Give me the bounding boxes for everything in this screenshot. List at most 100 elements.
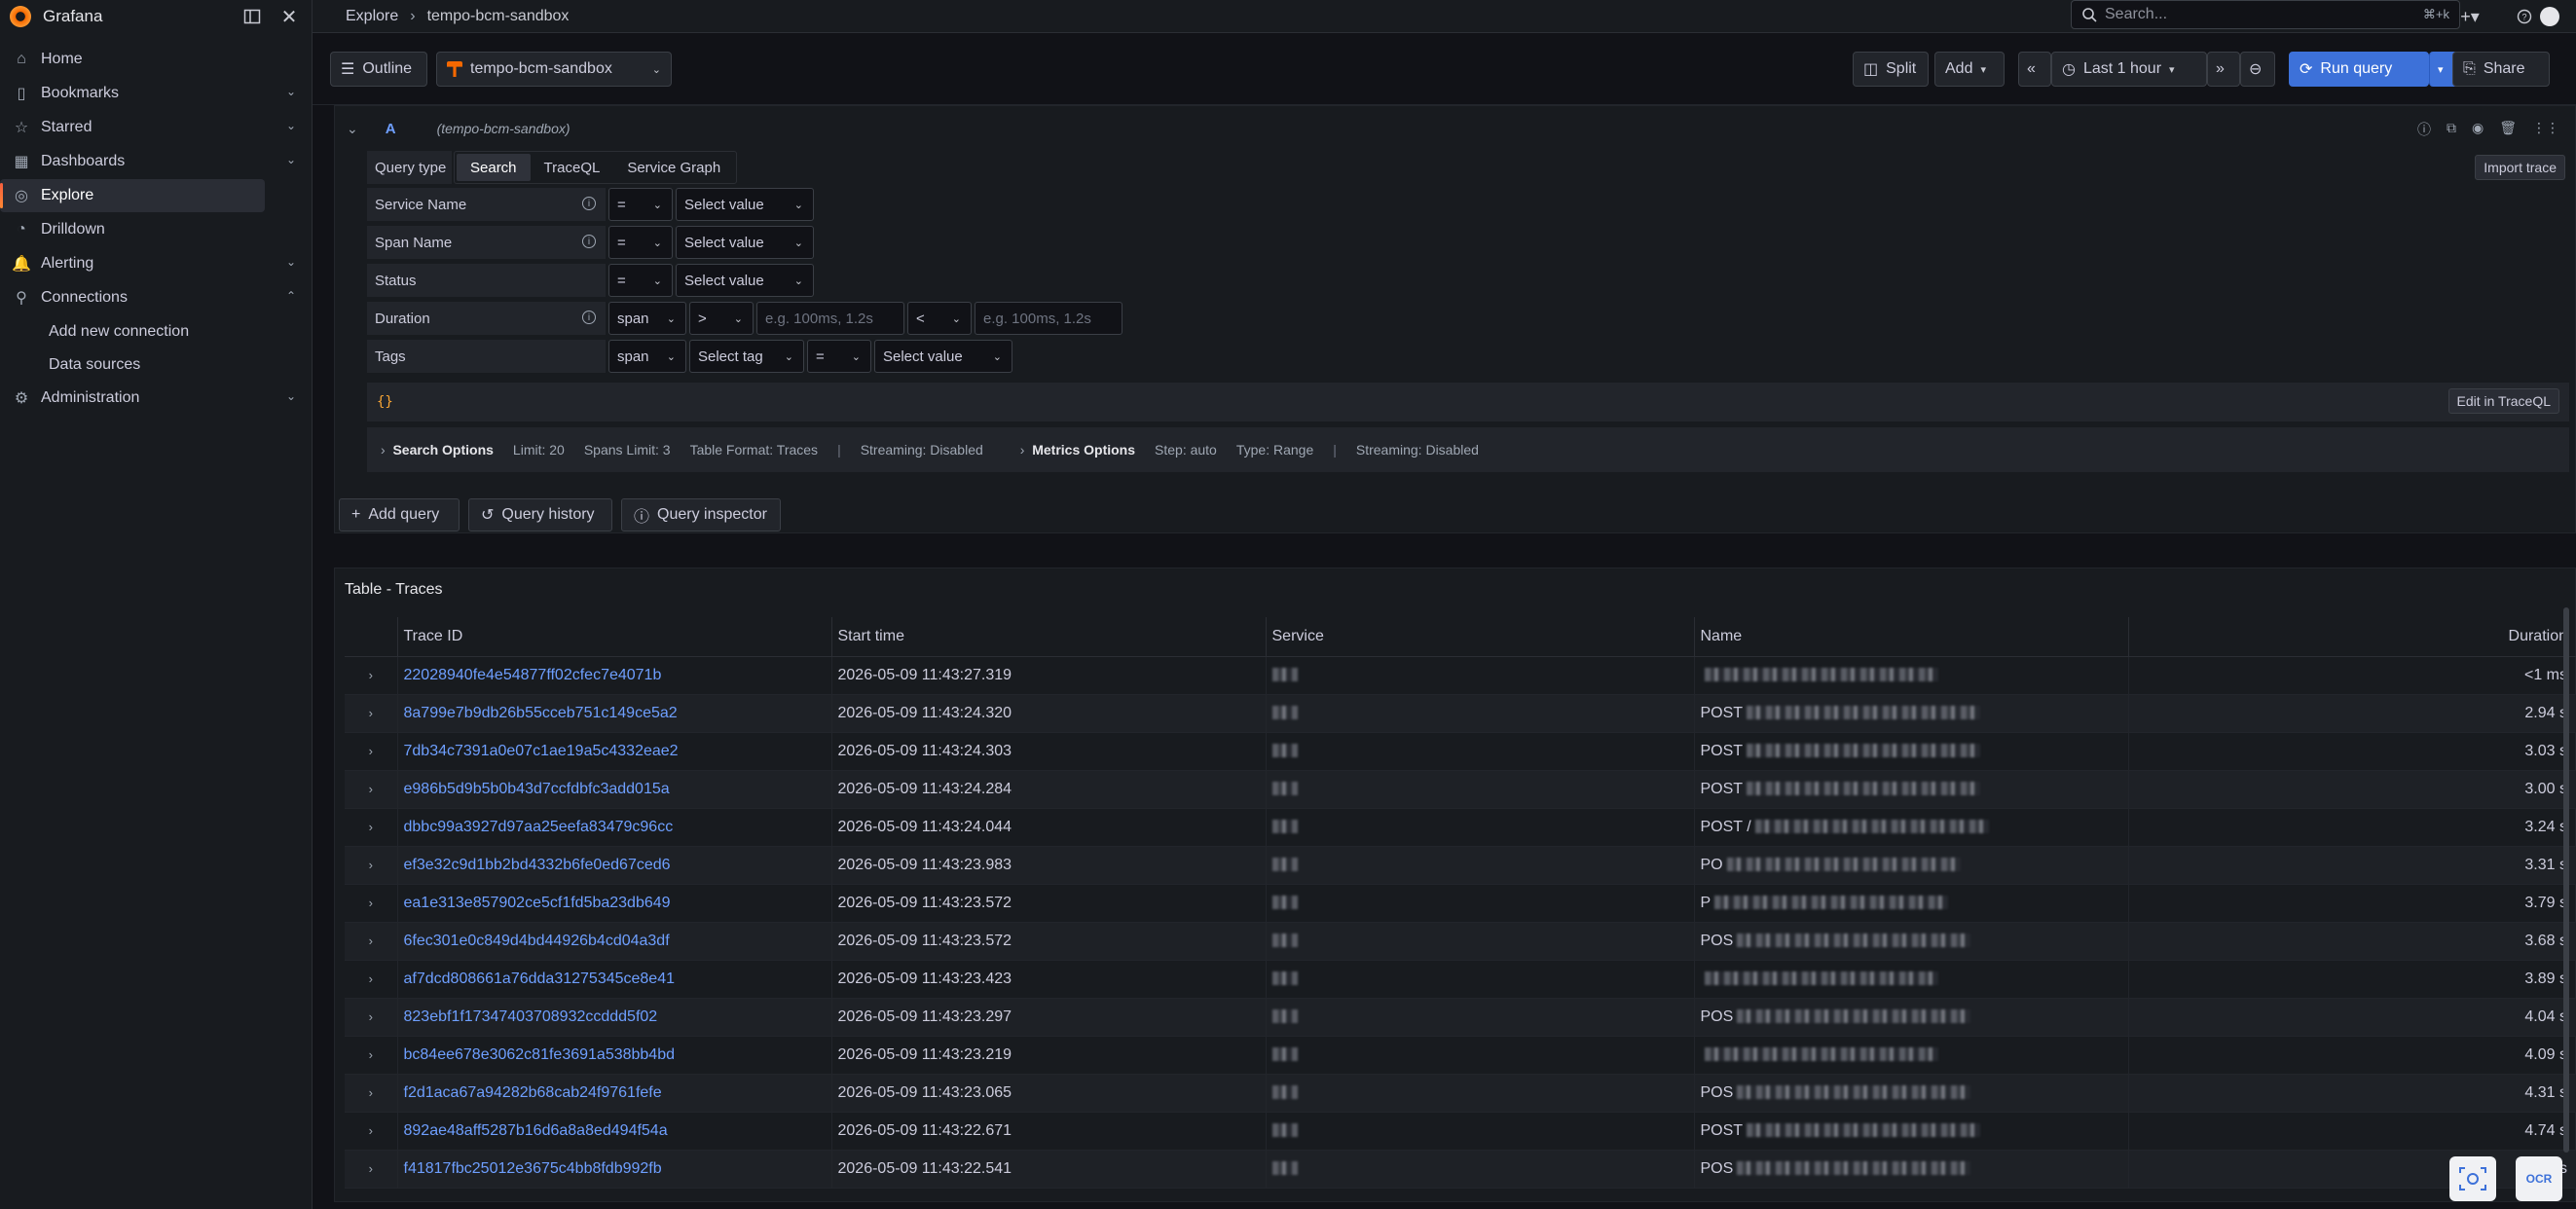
tag-select[interactable]: Select tag ⌄ — [689, 340, 804, 373]
table-row[interactable]: › e986b5d9b5b0b43d7ccfdbfc3add015a 2026-05… — [345, 770, 2576, 809]
expand-row-icon[interactable]: › — [345, 1150, 398, 1189]
outline-button[interactable]: ☰ Outline — [330, 52, 427, 87]
max-operator-select[interactable]: < ⌄ — [907, 302, 972, 335]
info-icon[interactable]: i — [582, 197, 596, 210]
chevron-down-icon[interactable]: ⌄ — [286, 85, 296, 98]
trace-id-link[interactable]: ef3e32c9d1bb2bd4332b6fe0ed67ced6 — [397, 846, 832, 885]
sidebar-item-starred[interactable]: ☆ Starred ⌄ — [0, 111, 312, 144]
sidebar-item-administration[interactable]: ⚙ Administration ⌄ — [0, 382, 312, 415]
search-options-toggle[interactable]: › Search Options — [381, 442, 494, 458]
time-forward-button[interactable]: » — [2207, 52, 2240, 87]
split-button[interactable]: ◫ Split — [1853, 52, 1929, 87]
expand-row-icon[interactable]: › — [345, 770, 398, 809]
sidebar-item-alerting[interactable]: 🔔 Alerting ⌄ — [0, 247, 312, 280]
time-back-button[interactable]: « — [2018, 52, 2051, 87]
expand-row-icon[interactable]: › — [345, 922, 398, 961]
column-header-duration[interactable]: Duration — [2128, 617, 2576, 657]
column-header-trace-id[interactable]: Trace ID — [397, 617, 832, 657]
table-row[interactable]: › bc84ee678e3062c81fe3691a538bb4bd 2026-05… — [345, 1036, 2576, 1075]
screenshot-capture-icon[interactable] — [2449, 1156, 2496, 1201]
time-range-picker[interactable]: ◷ Last 1 hour ▾ — [2051, 52, 2207, 87]
add-button[interactable]: Add ▾ — [1934, 52, 2005, 87]
trace-id-link[interactable]: dbbc99a3927d97aa25eefa83479c96cc — [397, 808, 832, 847]
search-input[interactable]: Search... ⌘+k — [2071, 0, 2460, 29]
min-duration-input[interactable]: e.g. 100ms, 1.2s — [756, 302, 904, 335]
sidebar-item-drilldown[interactable]: ◔ Drilldown — [0, 213, 312, 246]
chevron-down-icon[interactable]: ⌄ — [286, 389, 296, 403]
table-row[interactable]: › dbbc99a3927d97aa25eefa83479c96cc 2026-05… — [345, 808, 2576, 847]
sidebar-subitem-add-new-connection[interactable]: Add new connection — [0, 315, 312, 348]
scrollbar[interactable] — [2563, 607, 2569, 1153]
chevron-down-icon[interactable]: ⌄ — [286, 255, 296, 269]
trace-id-link[interactable]: 6fec301e0c849d4bd44926b4cd04a3df — [397, 922, 832, 961]
table-row[interactable]: › ef3e32c9d1bb2bd4332b6fe0ed67ced6 2026-05… — [345, 846, 2576, 885]
avatar[interactable] — [2540, 7, 2559, 26]
help-icon[interactable]: ? — [2513, 5, 2536, 28]
expand-row-icon[interactable]: › — [345, 808, 398, 847]
trace-id-link[interactable]: 22028940fe4e54877ff02cfec7e4071b — [397, 656, 832, 695]
expand-row-icon[interactable]: › — [345, 1036, 398, 1075]
table-row[interactable]: › 823ebf1f17347403708932ccddd5f02 2026-05-… — [345, 998, 2576, 1037]
ocr-button[interactable]: OCR — [2516, 1156, 2562, 1201]
min-operator-select[interactable]: > ⌄ — [689, 302, 754, 335]
expand-row-icon[interactable]: › — [345, 1112, 398, 1151]
chevron-up-icon[interactable]: ⌃ — [286, 289, 296, 303]
trace-id-link[interactable]: f41817fbc25012e3675c4bb8fdb992fb — [397, 1150, 832, 1189]
eye-icon[interactable]: ◉ — [2472, 120, 2484, 139]
sidebar-item-bookmarks[interactable]: ▯ Bookmarks ⌄ — [0, 77, 312, 110]
column-header-start-time[interactable]: Start time — [831, 617, 1267, 657]
query-type-service-graph[interactable]: Service Graph — [613, 154, 734, 181]
close-menu-icon[interactable]: ✕ — [276, 4, 302, 29]
value-select[interactable]: Select value ⌄ — [676, 264, 814, 297]
trace-id-link[interactable]: ea1e313e857902ce5cf1fd5ba23db649 — [397, 884, 832, 923]
expand-row-icon[interactable]: › — [345, 694, 398, 733]
query-history-button[interactable]: ↺ Query history — [468, 498, 612, 531]
scope-select[interactable]: span ⌄ — [608, 340, 686, 373]
add-query-button[interactable]: + Add query — [339, 498, 460, 531]
table-row[interactable]: › 6fec301e0c849d4bd44926b4cd04a3df 2026-05… — [345, 922, 2576, 961]
trace-id-link[interactable]: 823ebf1f17347403708932ccddd5f02 — [397, 998, 832, 1037]
query-letter[interactable]: A — [386, 121, 396, 137]
expand-row-icon[interactable]: › — [345, 998, 398, 1037]
drag-handle-icon[interactable]: ⋮⋮ — [2532, 120, 2559, 139]
trash-icon[interactable]: 🗑 — [2499, 120, 2517, 139]
table-row[interactable]: › 22028940fe4e54877ff02cfec7e4071b 2026-05… — [345, 656, 2576, 695]
value-select[interactable]: Select value ⌄ — [676, 188, 814, 221]
sidebar-item-explore[interactable]: ◎ Explore — [0, 179, 265, 212]
trace-id-link[interactable]: 8a799e7b9db26b55cceb751c149ce5a2 — [397, 694, 832, 733]
scope-select[interactable]: span ⌄ — [608, 302, 686, 335]
expand-row-icon[interactable]: › — [345, 846, 398, 885]
sidebar-item-connections[interactable]: ⚲ Connections ⌃ — [0, 281, 312, 314]
edit-in-traceql-button[interactable]: Edit in TraceQL — [2447, 388, 2559, 414]
import-trace-button[interactable]: Import trace — [2475, 155, 2565, 180]
trace-id-link[interactable]: 7db34c7391a0e07c1ae19a5c4332eae2 — [397, 732, 832, 771]
table-row[interactable]: › af7dcd808661a76dda31275345ce8e41 2026-05… — [345, 960, 2576, 999]
info-icon[interactable]: i — [582, 235, 596, 248]
share-button[interactable]: ⎘ Share — [2452, 52, 2550, 87]
info-icon[interactable]: i — [582, 311, 596, 324]
grafana-logo-icon[interactable] — [10, 6, 31, 27]
trace-id-link[interactable]: 892ae48aff5287b16d6a8a8ed494f54a — [397, 1112, 832, 1151]
query-type-traceql[interactable]: TraceQL — [531, 154, 614, 181]
value-select[interactable]: Select value ⌄ — [874, 340, 1012, 373]
help-icon[interactable]: ⓘ — [2417, 120, 2431, 139]
sidebar-subitem-data-sources[interactable]: Data sources — [0, 348, 312, 382]
expand-row-icon[interactable]: › — [345, 1074, 398, 1113]
add-new-icon[interactable]: +▾ — [2458, 5, 2482, 28]
query-inspector-button[interactable]: ⓘ Query inspector — [621, 498, 781, 531]
copy-icon[interactable]: ⧉ — [2447, 120, 2456, 139]
expand-row-icon[interactable]: › — [345, 960, 398, 999]
operator-select[interactable]: = ⌄ — [608, 264, 673, 297]
table-row[interactable]: › ea1e313e857902ce5cf1fd5ba23db649 2026-05… — [345, 884, 2576, 923]
query-type-search[interactable]: Search — [457, 154, 531, 181]
table-row[interactable]: › 7db34c7391a0e07c1ae19a5c4332eae2 2026-05… — [345, 732, 2576, 771]
max-duration-input[interactable]: e.g. 100ms, 1.2s — [975, 302, 1122, 335]
chevron-down-icon[interactable]: ⌄ — [286, 119, 296, 132]
expand-row-icon[interactable]: › — [345, 656, 398, 695]
run-query-button[interactable]: ⟳ Run query — [2289, 52, 2429, 87]
table-row[interactable]: › 892ae48aff5287b16d6a8a8ed494f54a 2026-05… — [345, 1112, 2576, 1151]
table-row[interactable]: › f41817fbc25012e3675c4bb8fdb992fb 2026-05… — [345, 1150, 2576, 1189]
expand-row-icon[interactable]: › — [345, 732, 398, 771]
sidebar-item-dashboards[interactable]: ▦ Dashboards ⌄ — [0, 145, 312, 178]
operator-select[interactable]: = ⌄ — [807, 340, 871, 373]
